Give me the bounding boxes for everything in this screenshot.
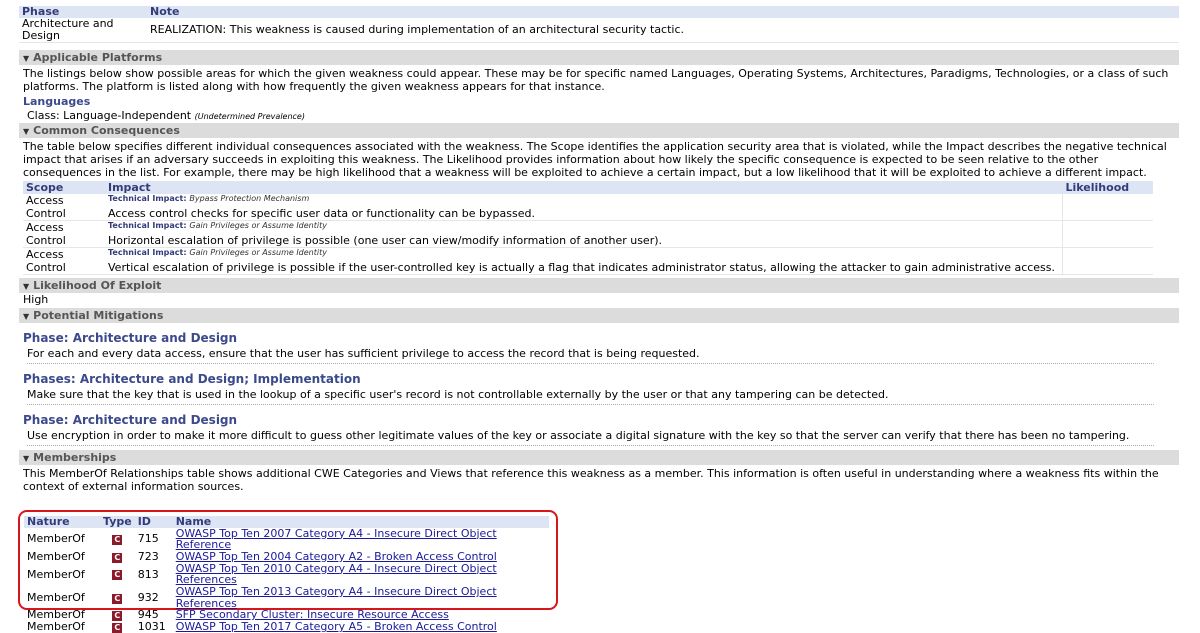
table-row: MemberOf C 945 SFP Secondary Cluster: In… (24, 608, 549, 622)
prevalence: (Undetermined Prevalence) (194, 112, 305, 121)
common-consequences-body: The table below specifies different indi… (19, 140, 1179, 179)
id-cell: 723 (137, 549, 159, 563)
category-icon: C (112, 552, 123, 563)
phase-table-header: Phase Note (19, 6, 1179, 18)
nature-cell: MemberOf (27, 567, 85, 581)
category-icon: C (112, 623, 123, 633)
consequences-table: Scope Impact Likelihood Access Control T… (23, 181, 1153, 275)
impact-text: Horizontal escalation of privilege is po… (108, 234, 663, 247)
phase-table: Phase Note Architecture and Design REALI… (19, 6, 1179, 43)
phase-cell: Architecture and Design (22, 17, 114, 42)
likelihood-cell (1062, 194, 1153, 221)
impact-header: Impact (108, 181, 151, 194)
mitigation-text: For each and every data access, ensure t… (27, 347, 1154, 364)
likelihood-cell (1062, 247, 1153, 275)
table-row: Architecture and Design REALIZATION: Thi… (19, 18, 1179, 43)
mitigation-phase: Phase: Architecture and Design (23, 331, 238, 345)
nature-cell: MemberOf (27, 532, 85, 546)
table-row: MemberOf C 1031 OWASP Top Ten 2017 Categ… (24, 621, 549, 633)
likelihood-cell (1062, 220, 1153, 248)
impact-cell: Technical Impact: Bypass Protection Mech… (105, 194, 1063, 221)
category-icon: C (112, 570, 123, 581)
impact-cell: Technical Impact: Gain Privileges or Ass… (105, 220, 1063, 248)
nature-header: Nature (27, 515, 70, 528)
nature-cell: MemberOf (27, 620, 85, 633)
memberships-table: Nature Type ID Name MemberOf C 715 OWASP… (24, 516, 549, 633)
consequences-table-header: Scope Impact Likelihood (23, 181, 1153, 194)
id-cell: 1031 (137, 620, 166, 633)
category-icon: C (112, 535, 123, 546)
likelihood-header: Likelihood (1065, 181, 1130, 194)
collapse-triangle-icon[interactable]: ▼ (23, 312, 29, 321)
membership-link[interactable]: OWASP Top Ten 2017 Category A5 - Broken … (176, 620, 497, 633)
technical-impact: Technical Impact: Gain Privileges or Ass… (108, 221, 327, 230)
nature-cell: MemberOf (27, 608, 85, 622)
likelihood-value: High (23, 293, 49, 306)
potential-mitigations-header[interactable]: ▼ Potential Mitigations (19, 308, 1179, 323)
table-row: Access Control Technical Impact: Bypass … (23, 194, 1153, 221)
category-icon: C (112, 593, 123, 604)
consequences-description: The table below specifies different indi… (23, 140, 1167, 179)
id-cell: 813 (137, 567, 159, 581)
mitigation-text: Use encryption in order to make it more … (27, 429, 1154, 446)
collapse-triangle-icon[interactable]: ▼ (23, 282, 29, 291)
mitigation-item: Phases: Architecture and Design; Impleme… (19, 372, 1179, 405)
applicable-platforms-header[interactable]: ▼ Applicable Platforms (19, 50, 1179, 65)
note-cell: REALIZATION: This weakness is caused dur… (150, 23, 685, 36)
id-cell: 945 (137, 608, 159, 622)
mitigation-item: Phase: Architecture and Design Use encry… (19, 413, 1179, 446)
membership-link[interactable]: OWASP Top Ten 2010 Category A4 - Insecur… (176, 562, 497, 587)
table-row: Access Control Technical Impact: Gain Pr… (23, 247, 1153, 275)
nature-cell: MemberOf (27, 590, 85, 604)
weakness-page: Phase Note Architecture and Design REALI… (19, 0, 1179, 493)
memberships-header[interactable]: ▼ Memberships (19, 450, 1179, 465)
collapse-triangle-icon[interactable]: ▼ (23, 54, 29, 63)
mitigation-phase: Phase: Architecture and Design (23, 413, 238, 427)
technical-impact: Technical Impact: Bypass Protection Mech… (108, 194, 310, 203)
impact-text: Access control checks for specific user … (108, 207, 535, 220)
scope-cell: Access Control (23, 194, 105, 221)
platforms-description: The listings below show possible areas f… (23, 67, 1169, 93)
mitigation-phase: Phases: Architecture and Design; Impleme… (23, 372, 361, 386)
note-header: Note (150, 5, 180, 18)
id-cell: 715 (137, 532, 159, 546)
collapse-triangle-icon[interactable]: ▼ (23, 454, 29, 463)
impact-text: Vertical escalation of privilege is poss… (108, 261, 1056, 274)
impact-cell: Technical Impact: Gain Privileges or Ass… (105, 247, 1063, 275)
table-row: Access Control Technical Impact: Gain Pr… (23, 220, 1153, 248)
common-consequences-header[interactable]: ▼ Common Consequences (19, 123, 1179, 138)
language-class: Class: Language-Independent (Undetermine… (27, 109, 305, 122)
collapse-triangle-icon[interactable]: ▼ (23, 127, 29, 136)
memberships-description: This MemberOf Relationships table shows … (23, 467, 1159, 493)
id-cell: 932 (137, 590, 159, 604)
scope-cell: Access Control (23, 247, 105, 275)
languages-label: Languages (23, 95, 91, 108)
technical-impact: Technical Impact: Gain Privileges or Ass… (108, 248, 327, 257)
table-row: MemberOf C 715 OWASP Top Ten 2007 Catego… (24, 527, 549, 552)
membership-link[interactable]: OWASP Top Ten 2007 Category A4 - Insecur… (176, 527, 497, 552)
mitigation-text: Make sure that the key that is used in t… (27, 388, 1154, 405)
id-header: ID (137, 515, 151, 528)
table-row: MemberOf C 813 OWASP Top Ten 2010 Catego… (24, 563, 549, 586)
membership-link[interactable]: OWASP Top Ten 2013 Category A4 - Insecur… (176, 585, 497, 610)
memberships-body: This MemberOf Relationships table shows … (19, 467, 1179, 493)
mitigation-item: Phase: Architecture and Design For each … (19, 331, 1179, 364)
scope-cell: Access Control (23, 220, 105, 248)
nature-cell: MemberOf (27, 549, 85, 563)
scope-header: Scope (26, 181, 64, 194)
likelihood-header[interactable]: ▼ Likelihood Of Exploit (19, 278, 1179, 293)
table-row: MemberOf C 932 OWASP Top Ten 2013 Catego… (24, 586, 549, 609)
type-header: Type (103, 515, 132, 528)
applicable-platforms-body: The listings below show possible areas f… (19, 67, 1179, 122)
